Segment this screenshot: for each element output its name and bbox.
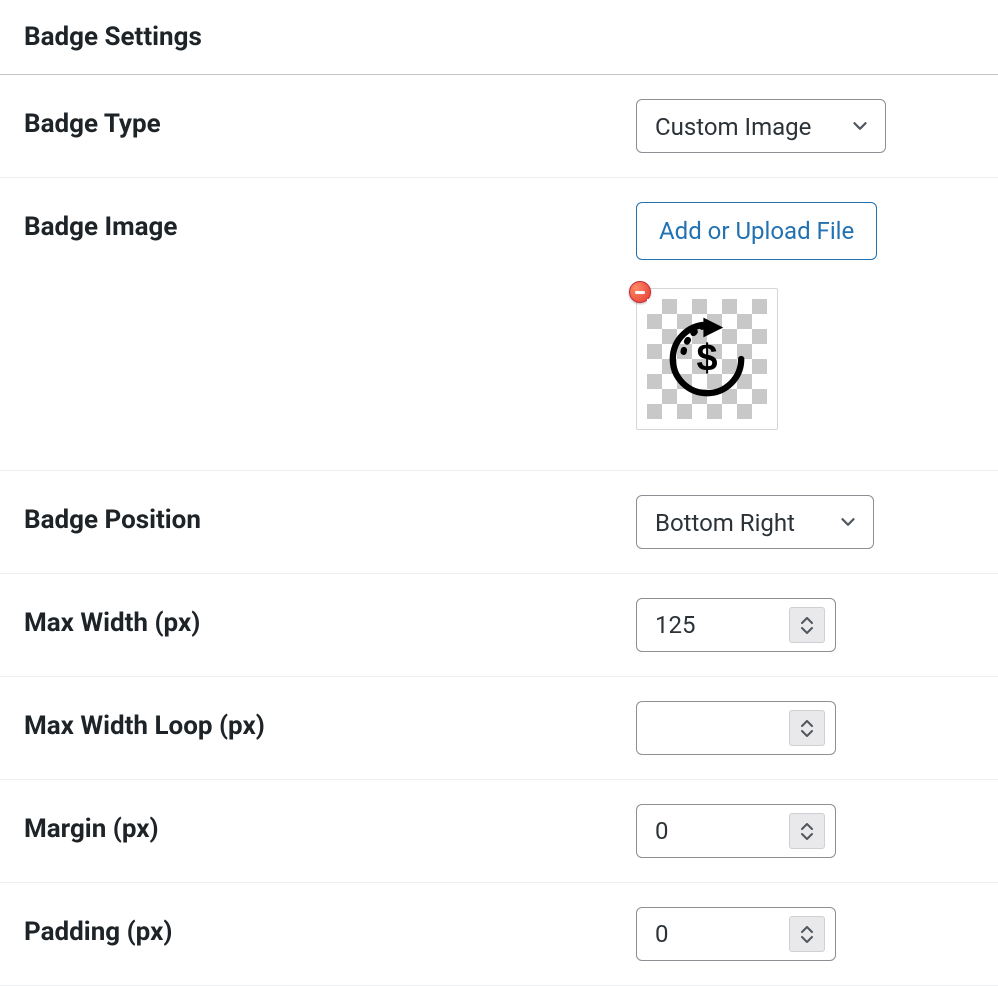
refund-dollar-icon: $ (662, 314, 752, 404)
chevron-down-icon (849, 115, 871, 137)
select-badge-type[interactable]: Custom Image (636, 99, 886, 153)
chevron-down-icon (837, 511, 859, 533)
stepper-margin[interactable] (789, 813, 825, 849)
input-max-width[interactable] (637, 611, 789, 639)
field-row-padding: Padding (px) (0, 883, 998, 986)
input-max-width-loop-wrap (636, 701, 836, 755)
input-padding[interactable] (637, 920, 789, 948)
label-max-width: Max Width (px) (24, 598, 636, 638)
label-badge-type: Badge Type (24, 99, 636, 139)
label-badge-position: Badge Position (24, 495, 636, 535)
input-padding-wrap (636, 907, 836, 961)
badge-image-thumbnail[interactable]: $ (636, 288, 778, 430)
label-max-width-loop: Max Width Loop (px) (24, 701, 636, 741)
input-max-width-loop[interactable] (637, 714, 789, 742)
upload-file-button[interactable]: Add or Upload File (636, 202, 877, 260)
field-row-margin: Margin (px) (0, 780, 998, 883)
input-margin-wrap (636, 804, 836, 858)
field-row-badge-type: Badge Type Custom Image (0, 75, 998, 178)
field-row-badge-image: Badge Image Add or Upload File $ (0, 178, 998, 471)
select-badge-type-value: Custom Image (637, 100, 885, 154)
stepper-padding[interactable] (789, 916, 825, 952)
svg-text:$: $ (696, 338, 717, 380)
select-badge-position[interactable]: Bottom Right (636, 495, 874, 549)
thumbnail-preview: $ (647, 299, 767, 419)
section-title: Badge Settings (0, 0, 998, 75)
input-max-width-wrap (636, 598, 836, 652)
label-margin: Margin (px) (24, 804, 636, 844)
field-row-badge-position: Badge Position Bottom Right (0, 471, 998, 574)
field-row-max-width: Max Width (px) (0, 574, 998, 677)
label-badge-image: Badge Image (24, 202, 636, 242)
field-row-max-width-loop: Max Width Loop (px) (0, 677, 998, 780)
label-padding: Padding (px) (24, 907, 636, 947)
stepper-max-width[interactable] (789, 607, 825, 643)
stepper-max-width-loop[interactable] (789, 710, 825, 746)
input-margin[interactable] (637, 817, 789, 845)
